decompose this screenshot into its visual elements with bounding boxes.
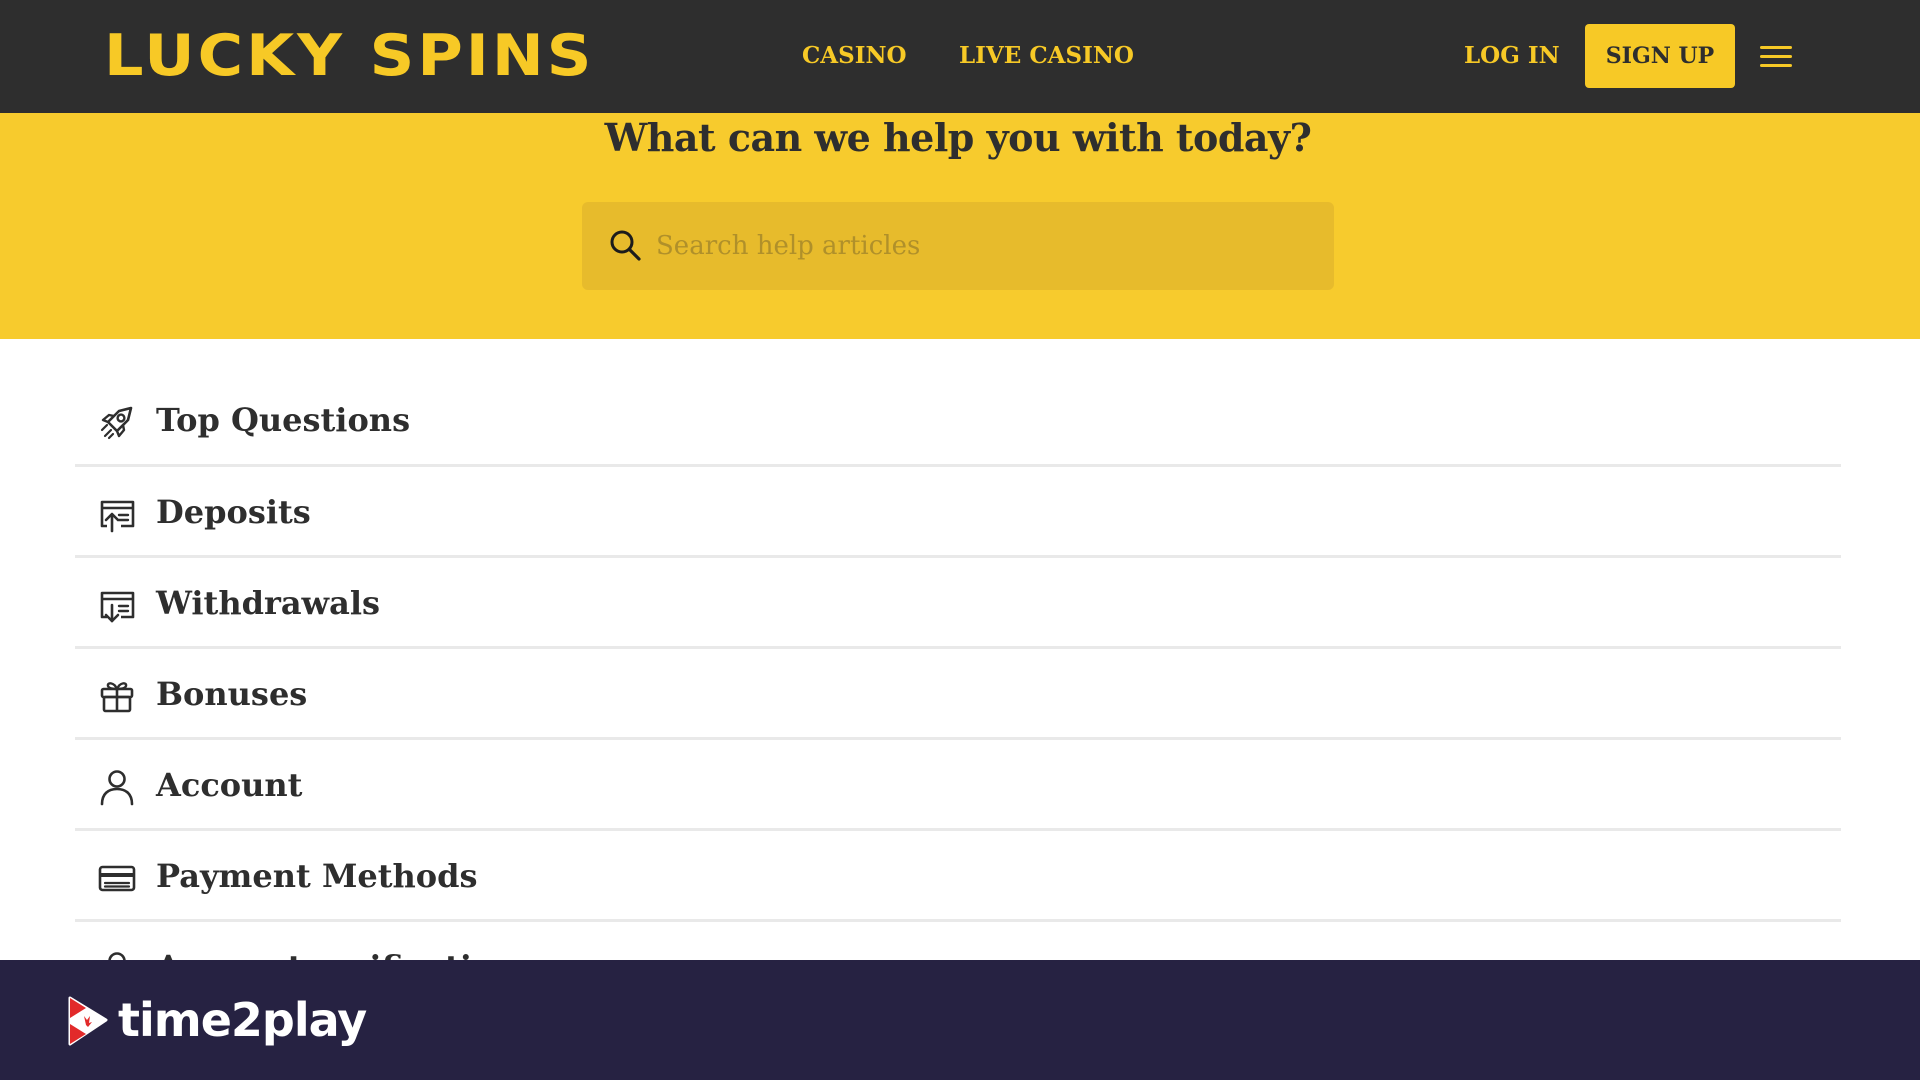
category-label: Bonuses [156, 675, 308, 713]
category-withdrawals[interactable]: Withdrawals [75, 558, 1841, 649]
login-link[interactable]: LOG IN [1464, 38, 1560, 74]
help-category-list: Top Questions Deposits Withdrawals Bonus… [75, 375, 1841, 1013]
credit-card-icon [98, 865, 136, 892]
time2play-brand-text[interactable]: time2play [118, 992, 367, 1048]
category-deposits[interactable]: Deposits [75, 467, 1841, 558]
category-label: Top Questions [156, 401, 411, 439]
category-top-questions[interactable]: Top Questions [75, 375, 1841, 467]
hamburger-menu-icon[interactable] [1760, 40, 1794, 72]
category-payment-methods[interactable]: Payment Methods [75, 831, 1841, 922]
hero-title: What can we help you with today? [604, 115, 1312, 160]
search-box[interactable] [582, 202, 1334, 290]
menu-bar [1760, 46, 1792, 49]
user-icon [100, 770, 134, 806]
time2play-logo-icon[interactable] [62, 994, 112, 1048]
search-input[interactable] [656, 202, 1316, 290]
category-label: Deposits [156, 493, 311, 531]
nav-casino-link[interactable]: CASINO [802, 38, 907, 74]
gift-icon [100, 682, 134, 713]
menu-bar [1760, 64, 1792, 67]
deposit-icon [100, 500, 135, 533]
lucky-spins-logo[interactable]: LUCKY SPINS [104, 21, 594, 89]
category-bonuses[interactable]: Bonuses [75, 649, 1841, 740]
sign-up-button[interactable]: SIGN UP [1585, 24, 1735, 88]
category-label: Account [156, 766, 303, 804]
category-label: Withdrawals [156, 584, 380, 622]
search-icon [610, 230, 641, 261]
menu-bar [1760, 55, 1792, 58]
site-header: LUCKY SPINS CASINO LIVE CASINO LOG IN SI… [0, 0, 1920, 113]
rocket-icon [100, 406, 133, 440]
category-label: Payment Methods [156, 857, 478, 895]
help-hero: What can we help you with today? [0, 113, 1920, 339]
withdrawal-icon [100, 591, 135, 623]
category-account[interactable]: Account [75, 740, 1841, 831]
nav-live-casino-link[interactable]: LIVE CASINO [959, 38, 1134, 74]
